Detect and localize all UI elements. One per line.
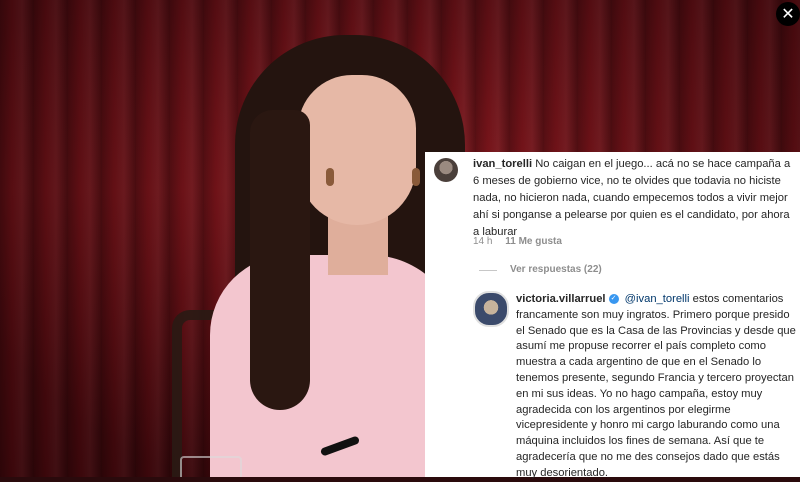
comment-likes[interactable]: 11 Me gusta [505,236,562,247]
water-glass [180,456,242,477]
comment-time: 14 h [473,236,493,247]
comment-panel: ivan_torelli No caigan en el juego... ac… [425,152,800,479]
view-replies-label: Ver respuestas (22) [510,264,602,275]
mention-link[interactable]: @ivan_torelli [625,293,690,305]
hair-front [250,110,310,410]
comment-text: estos comentarios francamente son muy in… [516,293,796,479]
comment-body: ivan_torelli No caigan en el juego... ac… [473,156,795,241]
earring-right [412,168,420,186]
avatar[interactable] [473,291,509,327]
comment-username[interactable]: victoria.villarruel [516,293,606,305]
replies-divider [479,270,497,271]
verified-badge-icon: ✓ [608,294,619,305]
comment-meta: 14 h 11 Me gusta [473,236,572,247]
avatar[interactable] [434,158,458,182]
face [298,75,416,225]
comment-text: No caigan en el juego... acá no se hace … [473,158,791,238]
close-icon[interactable]: ✕ [776,2,800,26]
comment-body: victoria.villarruel ✓ @ivan_torelli estos… [516,292,796,482]
earring-left [326,168,334,186]
comment-username[interactable]: ivan_torelli [473,158,532,170]
